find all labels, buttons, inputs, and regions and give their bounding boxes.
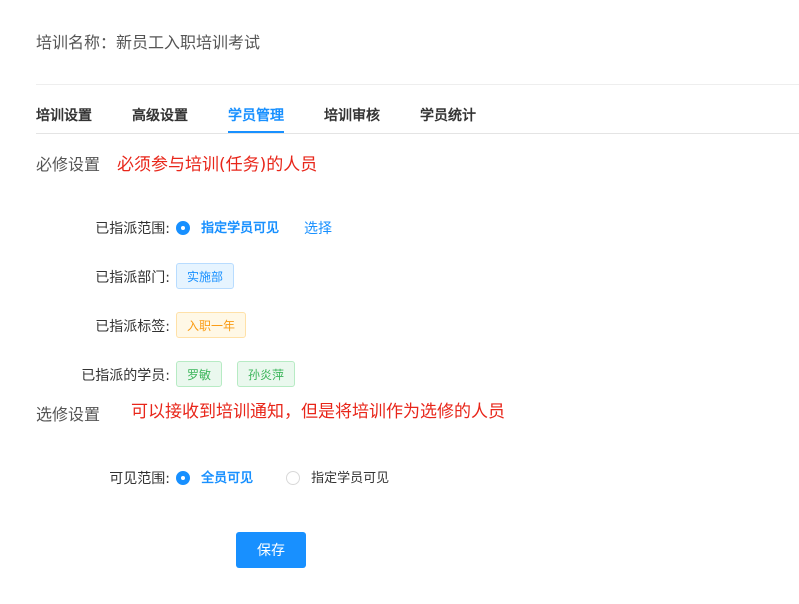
tab-label: 学员统计 xyxy=(420,108,476,124)
tab-label: 学员管理 xyxy=(228,108,284,124)
department-tag: 实施部 xyxy=(176,263,235,289)
assign-scope-label: 已指派范围: xyxy=(95,221,170,237)
tab-label: 培训审核 xyxy=(324,108,380,124)
labels-label: 已指派标签: xyxy=(95,319,170,335)
tab-bar: 培训设置 高级设置 学员管理 培训审核 学员统计 xyxy=(36,105,799,135)
select-students-link[interactable]: 选择 xyxy=(304,218,332,238)
student-tag: 孙炎萍 xyxy=(237,361,296,387)
training-name: 培训名称：新员工入职培训考试 xyxy=(36,33,261,52)
tab-training-review[interactable]: 培训审核 xyxy=(324,105,380,133)
radio-checked-icon xyxy=(176,470,190,485)
tab-label: 高级设置 xyxy=(132,108,188,124)
required-section-title: 必修设置 xyxy=(36,155,101,174)
tab-label: 培训设置 xyxy=(36,108,92,124)
tab-student-management[interactable]: 学员管理 xyxy=(228,105,284,133)
elective-section-note: 可以接收到培训通知，但是将培训作为选修的人员 xyxy=(131,402,505,422)
radio-unchecked-icon xyxy=(286,470,300,485)
visible-scope-radio-all[interactable]: 全员可见 xyxy=(176,467,253,486)
student-tag: 罗敏 xyxy=(176,361,223,387)
radio-checked-icon xyxy=(176,220,190,235)
required-section-note: 必须参与培训(任务)的人员 xyxy=(117,155,318,175)
header-divider xyxy=(36,84,799,85)
assign-scope-radio[interactable]: 指定学员可见 xyxy=(176,217,279,236)
assign-scope-option: 指定学员可见 xyxy=(201,221,280,236)
tab-advanced-settings[interactable]: 高级设置 xyxy=(132,105,188,133)
visible-scope-option-all: 全员可见 xyxy=(201,471,254,486)
visible-scope-radio-specified[interactable]: 指定学员可见 xyxy=(286,467,389,486)
students-label: 已指派的学员: xyxy=(81,368,170,384)
tab-training-settings[interactable]: 培训设置 xyxy=(36,105,92,133)
tabs-divider xyxy=(36,133,799,134)
save-button[interactable]: 保存 xyxy=(236,532,306,568)
visible-scope-option-specified: 指定学员可见 xyxy=(311,471,390,486)
label-tag: 入职一年 xyxy=(176,312,247,338)
visible-scope-label: 可见范围: xyxy=(109,471,170,487)
elective-section-title: 选修设置 xyxy=(36,405,101,424)
departments-label: 已指派部门: xyxy=(95,270,170,286)
tab-student-statistics[interactable]: 学员统计 xyxy=(420,105,476,133)
